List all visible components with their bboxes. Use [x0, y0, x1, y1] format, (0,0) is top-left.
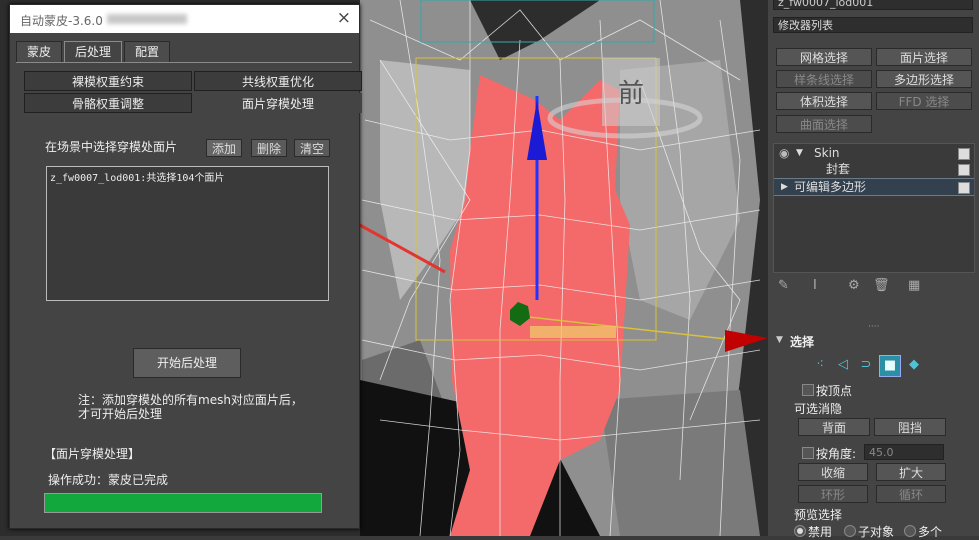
shrink-button[interactable]: 收缩: [798, 463, 868, 481]
subtab-bone-weight[interactable]: 骨骼权重调整: [24, 93, 192, 113]
occluded-button[interactable]: 阻挡: [874, 418, 946, 436]
section-title: 【面片穿模处理】: [44, 447, 141, 461]
preview-disabled-label: 禁用: [808, 525, 833, 539]
close-icon[interactable]: ×: [337, 8, 351, 28]
note-line-2: 才可开始后处理: [78, 407, 163, 421]
angle-input[interactable]: 45.0: [864, 444, 944, 460]
list-item[interactable]: z_fw0007_lod001:共选择104个面片: [50, 169, 325, 184]
progress-fill: [45, 494, 321, 512]
volume-select-button[interactable]: 体积选择: [776, 92, 872, 110]
pin-stack-icon[interactable]: ✎: [778, 278, 789, 293]
make-unique-icon[interactable]: ⚙: [848, 278, 860, 293]
ring-button[interactable]: 环形: [798, 485, 868, 503]
vertex-mode-icon[interactable]: ⁖: [810, 355, 830, 375]
tab-skin[interactable]: 蒙皮: [16, 41, 63, 62]
preview-multi-label: 多个: [918, 525, 943, 539]
blurred-version-text: [107, 14, 187, 24]
rollout-collapse-icon[interactable]: ▼: [776, 335, 783, 345]
face-selection-list[interactable]: z_fw0007_lod001:共选择104个面片: [46, 166, 329, 301]
backface-button[interactable]: 背面: [798, 418, 870, 436]
border-mode-icon[interactable]: ⊃: [856, 355, 876, 375]
by-vertex-checkbox[interactable]: [802, 384, 814, 396]
tab-postprocess[interactable]: 后处理: [64, 41, 123, 63]
clear-button[interactable]: 清空: [294, 139, 330, 157]
start-postprocess-button[interactable]: 开始后处理: [133, 348, 241, 378]
subtab-face-clipping[interactable]: 面片穿模处理: [194, 93, 362, 113]
preview-multi-radio[interactable]: [904, 525, 916, 537]
stack-toggle-envelope[interactable]: [958, 164, 970, 176]
status-text: 操作成功：蒙皮已完成: [48, 473, 169, 487]
dialog-titlebar[interactable]: 自动蒙皮-3.6.0 ×: [10, 5, 359, 33]
patch-select-button[interactable]: 面片选择: [876, 48, 972, 66]
by-angle-checkbox[interactable]: [802, 447, 814, 459]
element-mode-icon[interactable]: ◆: [904, 355, 924, 375]
surface-select-button[interactable]: 曲面选择: [776, 115, 872, 133]
stack-label-envelope: 封套: [826, 162, 851, 176]
dialog-title: 自动蒙皮-3.6.0: [20, 14, 103, 28]
mesh-select-button[interactable]: 网格选择: [776, 48, 872, 66]
polygon-mode-icon[interactable]: ■: [879, 355, 901, 377]
ignore-group-label: 可选消隐: [794, 402, 843, 416]
preview-disabled-radio[interactable]: [794, 525, 806, 537]
preview-subobject-label: 子对象: [858, 525, 895, 539]
preview-selection-label: 预览选择: [794, 508, 843, 522]
add-button[interactable]: 添加: [206, 139, 242, 157]
stack-item-skin[interactable]: ◉ ▼ Skin: [774, 145, 974, 161]
progress-bar: [44, 493, 322, 513]
stack-label-skin: Skin: [814, 146, 840, 160]
expand-arrow-icon[interactable]: ▼: [796, 145, 803, 161]
object-name-field[interactable]: z_fw0007_lod001: [773, 0, 973, 10]
ffd-select-button[interactable]: FFD 选择: [876, 92, 972, 110]
command-panel: z_fw0007_lod001 修改器列表 网格选择 面片选择 样条线选择 多边…: [768, 0, 979, 539]
configure-sets-icon[interactable]: ▦: [908, 278, 920, 293]
poly-select-button[interactable]: 多边形选择: [876, 70, 972, 88]
collapse-arrow-icon[interactable]: ▶: [781, 179, 788, 195]
rollout-title-selection[interactable]: 选择: [790, 333, 814, 350]
remove-modifier-icon[interactable]: 🗑: [873, 278, 890, 293]
auto-skin-dialog: 自动蒙皮-3.6.0 × 蒙皮 后处理 配置 裸模权重约束 共线权重优化 骨骼权…: [9, 4, 362, 529]
grow-button[interactable]: 扩大: [876, 463, 946, 481]
tab-config[interactable]: 配置: [124, 41, 171, 62]
select-faces-label: 在场景中选择穿模处面片: [45, 140, 178, 154]
stack-toggle-editable-poly[interactable]: [958, 182, 970, 194]
spline-select-button[interactable]: 样条线选择: [776, 70, 872, 88]
loop-button[interactable]: 循环: [876, 485, 946, 503]
show-end-result-icon[interactable]: Ⅰ: [813, 278, 817, 293]
edge-mode-icon[interactable]: ◁: [833, 355, 853, 375]
subtab-naked-weight[interactable]: 裸模权重约束: [24, 71, 192, 91]
nav-cube-label[interactable]: 前: [618, 79, 644, 109]
by-angle-label: 按角度:: [816, 447, 857, 461]
by-vertex-label: 按顶点: [816, 384, 853, 398]
subtab-collinear-weight[interactable]: 共线权重优化: [194, 71, 362, 91]
stack-item-editable-poly[interactable]: ▶ 可编辑多边形: [774, 178, 974, 196]
stack-toggle-skin[interactable]: [958, 148, 970, 160]
modifier-stack[interactable]: ◉ ▼ Skin ⌞ 封套 ▶ 可编辑多边形: [773, 143, 975, 273]
panel-divider: ····: [868, 322, 880, 332]
delete-button[interactable]: 删除: [251, 139, 287, 157]
modifier-list-dropdown[interactable]: 修改器列表: [773, 17, 973, 33]
main-tabs: 蒙皮 后处理 配置: [16, 41, 171, 63]
stack-label-editable-poly: 可编辑多边形: [794, 180, 867, 194]
preview-subobject-radio[interactable]: [844, 525, 856, 537]
stack-item-envelope[interactable]: ⌞ 封套: [774, 161, 974, 177]
eye-icon[interactable]: ◉: [779, 145, 789, 161]
